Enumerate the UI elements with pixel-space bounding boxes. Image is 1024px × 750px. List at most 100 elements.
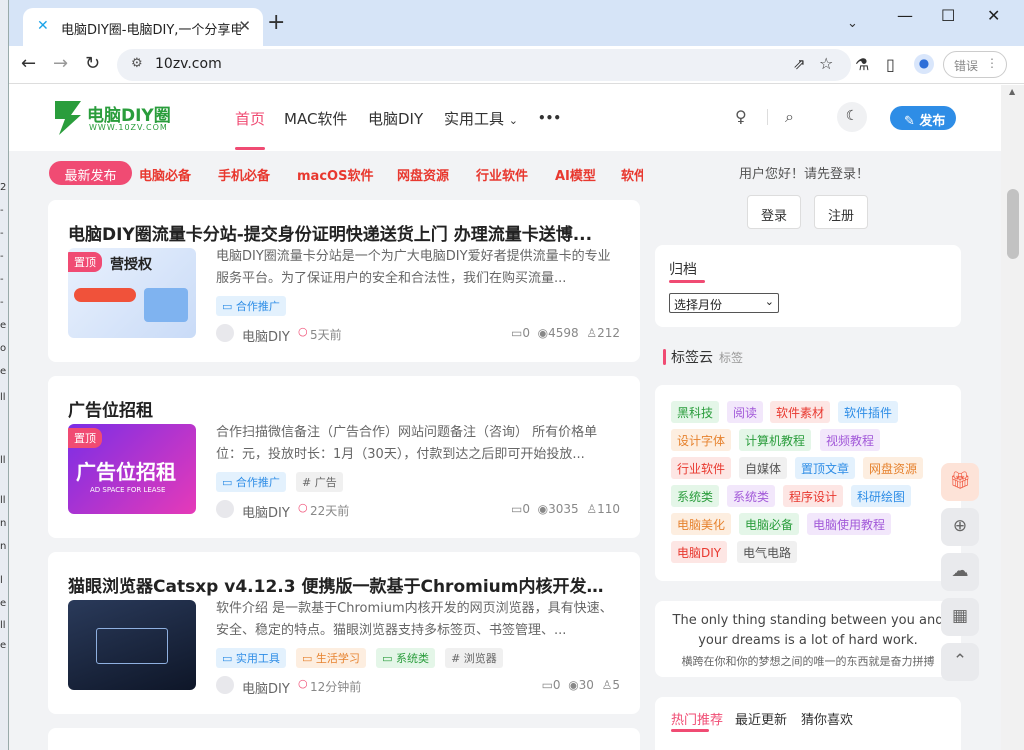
tag-chip[interactable]: # 广告 [296,472,343,492]
dot-icon: ○ [298,501,308,514]
tagcloud-tag[interactable]: 电气电路 [737,541,798,563]
category-item[interactable]: 软件 [621,165,643,184]
author-avatar[interactable] [216,676,234,694]
maximize-icon[interactable]: ☐ [941,6,955,25]
scrollbar-thumb[interactable] [1007,189,1019,259]
forward-arrow-icon[interactable]: → [53,53,68,74]
category-item[interactable]: 网盘资源 [397,165,449,184]
share-icon[interactable]: ⇗ [793,55,806,73]
author-name[interactable]: 电脑DIY [242,326,290,345]
register-button[interactable]: 注册 [814,195,868,229]
view-count: 4598 [548,326,579,340]
tagcloud-tag[interactable]: 电脑使用教程 [807,513,892,535]
category-item[interactable]: AI模型 [555,165,596,184]
profile-avatar-icon[interactable]: ● [914,54,934,74]
gift-icon[interactable]: 🎁︎ [941,463,979,501]
tag-chip[interactable]: # 浏览器 [445,648,503,668]
desktop-strip-char: - [0,205,4,216]
window-close-icon[interactable]: ✕ [987,6,1000,25]
tag-chip[interactable]: ▭ 生活学习 [296,648,366,668]
menu-more[interactable]: ••• [538,111,561,125]
back-to-top-icon[interactable]: ⌃ [941,643,979,681]
qr-code-icon[interactable]: ▦ [941,598,979,636]
tagcloud-tag[interactable]: 科研绘图 [851,485,912,507]
tagcloud-tag[interactable]: 设计字体 [671,429,732,451]
site-settings-icon[interactable]: ⚙ [131,56,143,71]
scroll-up-icon[interactable]: ▲ [1009,87,1015,96]
author-avatar[interactable] [216,324,234,342]
publish-button[interactable]: ✎ 发布 [890,106,956,130]
tagcloud-tag[interactable]: 系统类 [727,485,776,507]
tagcloud-tag[interactable]: 程序设计 [783,485,844,507]
category-item[interactable]: 手机必备 [218,165,270,184]
tab-guess[interactable]: 猜你喜欢 [801,709,853,728]
tagcloud-tag[interactable]: 计算机教程 [739,429,812,451]
tagcloud-tag[interactable]: 行业软件 [671,457,732,479]
category-item[interactable]: 电脑必备 [139,165,191,184]
tagcloud-tag[interactable]: 置顶文章 [795,457,856,479]
archive-underline [669,280,705,283]
new-tab-button[interactable]: + [267,12,285,34]
tagcloud-tag[interactable]: 自媒体 [739,457,788,479]
hot-posts-widget: 热门推荐 最近更新 猜你喜欢 [655,697,961,750]
login-button[interactable]: 登录 [747,195,801,229]
hot-tab-underline [671,729,709,732]
page-scrollbar[interactable]: ▲ [1001,85,1024,750]
category-item[interactable]: macOS软件 [297,165,373,184]
tagcloud-tag[interactable]: 阅读 [727,401,764,423]
tagcloud-tag[interactable]: 电脑美化 [671,513,732,535]
search-icon[interactable]: ⌕ [785,107,794,127]
tagcloud-tag[interactable]: 软件插件 [838,401,899,423]
tagcloud-tag[interactable]: 黑科技 [671,401,720,423]
tag-chip[interactable]: ▭ 系统类 [376,648,435,668]
menu-tools[interactable]: 实用工具 ⌄ [444,108,518,129]
category-latest[interactable]: 最新发布 [49,161,132,185]
add-circle-icon[interactable]: ⊕ [941,508,979,546]
tagcloud-tag[interactable]: 系统类 [671,485,720,507]
side-panel-icon[interactable]: ▯ [886,55,895,74]
tagcloud-tag[interactable]: 软件素材 [770,401,831,423]
category-item[interactable]: 行业软件 [476,165,528,184]
site-logo[interactable]: 电脑DIY圈 WWW.10ZV.COM [53,99,173,137]
back-arrow-icon[interactable]: ← [21,53,36,74]
error-button[interactable]: 错误 ⋮ [943,51,1007,78]
tab-recent[interactable]: 最近更新 [735,709,787,728]
archive-month-select[interactable]: 选择月份 ⌄ [669,293,779,313]
close-tab-icon[interactable]: ✕ [238,17,251,35]
address-bar[interactable]: ⚙ 10zv.com ⇗ ☆ [117,49,851,81]
article-card[interactable]: 电脑DIY圈流量卡分站-提交身份证明快递送货上门 办理流量卡送博... 置顶 营… [48,200,640,362]
lightbulb-icon[interactable]: ♀ [735,107,747,126]
article-card-partial[interactable] [48,728,640,750]
minimize-icon[interactable]: — [897,6,913,25]
article-title[interactable]: 电脑DIY圈流量卡分站-提交身份证明快递送货上门 办理流量卡送博... [68,220,620,245]
menu-mac-software[interactable]: MAC软件 [284,108,347,129]
tag-chip[interactable]: ▭ 合作推广 [216,472,286,492]
tagcloud-tag[interactable]: 电脑DIY [671,541,728,563]
menu-dots-icon[interactable]: ⋮ [986,56,998,70]
bookmark-star-icon[interactable]: ☆ [819,54,833,73]
article-thumbnail[interactable]: 置顶 营授权 [68,248,196,338]
browser-tab[interactable]: ✕ 电脑DIY圈-电脑DIY,一个分享电脑 ✕ [23,8,263,46]
author-name[interactable]: 电脑DIY [242,678,290,697]
tagcloud-tag[interactable]: 电脑必备 [739,513,800,535]
article-card[interactable]: 猫眼浏览器Catsxp v4.12.3 便携版一款基于Chromium内核开发的… [48,552,640,714]
dark-mode-toggle-icon[interactable]: ☾ [837,102,867,132]
wechat-icon[interactable]: ☁ [941,553,979,591]
author-name[interactable]: 电脑DIY [242,502,290,521]
article-thumbnail[interactable] [68,600,196,690]
article-card[interactable]: 广告位招租 置顶 广告位招租 AD SPACE FOR LEASE 合作扫描微信… [48,376,640,538]
tagcloud-tag[interactable]: 视频教程 [820,429,881,451]
article-title[interactable]: 猫眼浏览器Catsxp v4.12.3 便携版一款基于Chromium内核开发的… [68,572,620,597]
article-title[interactable]: 广告位招租 [68,396,620,421]
tab-hot[interactable]: 热门推荐 [671,709,723,728]
menu-pc-diy[interactable]: 电脑DIY [368,108,423,129]
tag-chip[interactable]: ▭ 实用工具 [216,648,286,668]
reload-icon[interactable]: ↻ [85,53,100,74]
author-avatar[interactable] [216,500,234,518]
tab-search-chevron-icon[interactable]: ⌄ [847,16,858,31]
menu-home[interactable]: 首页 [235,108,265,129]
tagcloud-tag[interactable]: 网盘资源 [863,457,924,479]
tag-chip[interactable]: ▭ 合作推广 [216,296,286,316]
lab-flask-icon[interactable]: ⚗ [855,55,869,74]
article-thumbnail[interactable]: 置顶 广告位招租 AD SPACE FOR LEASE [68,424,196,514]
